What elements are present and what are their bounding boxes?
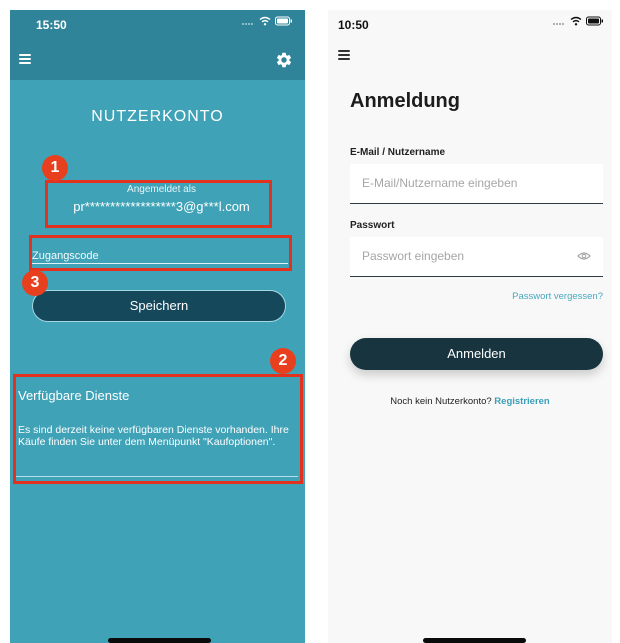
account-screen: 15:50 NUTZERKONTO Angemeldet als pr*****…: [10, 10, 305, 643]
page-title: NUTZERKONTO: [91, 108, 224, 125]
eye-icon[interactable]: [577, 251, 591, 261]
email-field-container: [350, 164, 603, 204]
status-icons: [552, 16, 604, 26]
status-time: 15:50: [36, 18, 67, 32]
signal-icon: [553, 23, 564, 25]
annotation-box-3: [29, 235, 292, 271]
page-title: Anmeldung: [350, 90, 460, 112]
annotation-box-1: [45, 180, 272, 228]
nav-bar: [10, 40, 305, 80]
menu-icon[interactable]: [19, 54, 31, 64]
battery-icon: [586, 16, 603, 26]
save-button[interactable]: Speichern: [32, 290, 286, 322]
password-label: Passwort: [350, 220, 395, 231]
wifi-icon: [259, 16, 271, 26]
gear-icon[interactable]: [275, 51, 293, 69]
login-button[interactable]: Anmelden: [350, 338, 603, 370]
home-indicator: [108, 638, 211, 643]
register-prompt: Noch kein Nutzerkonto? Registrieren: [328, 396, 612, 407]
email-field[interactable]: [362, 164, 562, 202]
annotation-badge-1: 1: [42, 155, 68, 181]
status-time: 10:50: [338, 18, 369, 32]
annotation-box-2: [13, 374, 303, 484]
signal-icon: [242, 23, 253, 25]
annotation-badge-2: 2: [270, 348, 296, 374]
annotation-badge-3: 3: [22, 270, 48, 296]
wifi-icon: [570, 16, 582, 26]
status-bar: 15:50: [10, 10, 305, 40]
password-field-container: [350, 237, 603, 277]
login-screen: 10:50 Anmeldung E-Mail / Nutzername Pass…: [328, 10, 612, 643]
no-account-text: Noch kein Nutzerkonto?: [390, 396, 492, 407]
forgot-password-link[interactable]: Passwort vergessen?: [512, 291, 603, 302]
menu-icon[interactable]: [338, 50, 350, 60]
home-indicator: [423, 638, 526, 643]
email-label: E-Mail / Nutzername: [350, 147, 446, 158]
register-link[interactable]: Registrieren: [494, 396, 549, 407]
battery-icon: [275, 16, 292, 26]
password-field[interactable]: [362, 237, 562, 275]
status-icons: [241, 16, 293, 26]
